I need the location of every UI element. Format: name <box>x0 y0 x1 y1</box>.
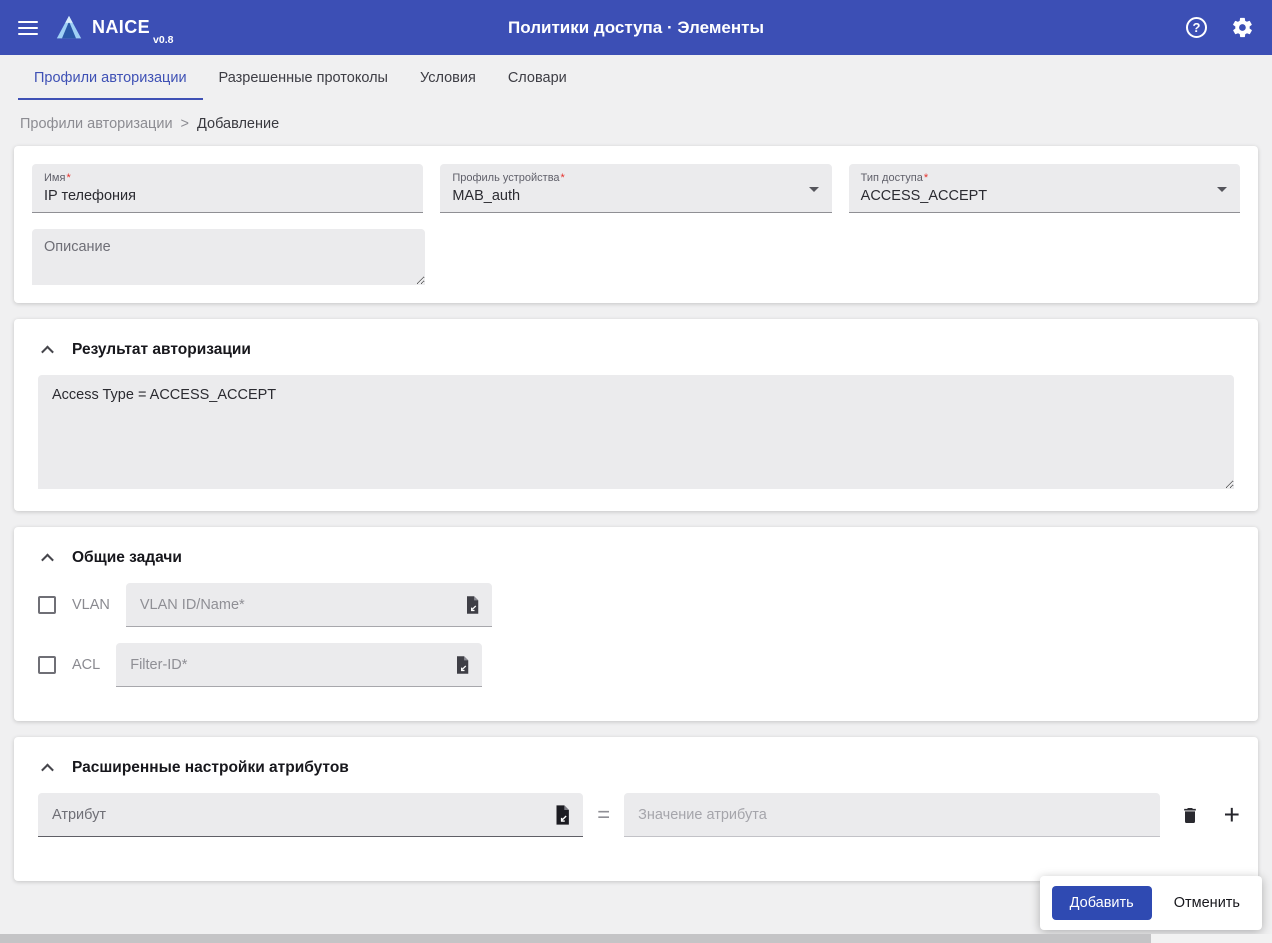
vlan-checkbox[interactable] <box>38 596 56 615</box>
select-from-list-icon[interactable] <box>452 655 472 675</box>
device-profile-value: MAB_auth <box>452 188 521 205</box>
hamburger-menu-icon[interactable] <box>18 17 38 39</box>
authorization-result-header: Результат авторизации <box>32 337 1240 375</box>
advanced-attributes-title: Расширенные настройки атрибутов <box>72 759 349 777</box>
access-type-select[interactable]: Тип доступа* ACCESS_ACCEPT <box>848 164 1240 214</box>
description-field <box>32 229 425 286</box>
filter-id-input[interactable]: Filter-ID* <box>116 643 483 688</box>
app-brand: NAICE <box>92 17 151 37</box>
app-bar: NAICE v0.8 Политики доступа · Элементы ? <box>0 0 1272 55</box>
description-textarea[interactable] <box>32 229 425 286</box>
collapse-chevron-icon[interactable] <box>38 341 56 359</box>
acl-checkbox[interactable] <box>38 656 56 675</box>
add-attribute-icon[interactable]: + <box>1224 801 1240 829</box>
collapse-chevron-icon[interactable] <box>38 759 56 777</box>
name-field[interactable]: Имя* <box>32 164 424 214</box>
scrollbar-thumb[interactable] <box>0 934 1152 943</box>
name-input[interactable] <box>44 188 412 205</box>
tab-authorization-profiles[interactable]: Профили авторизации <box>18 55 203 100</box>
select-from-list-icon[interactable] <box>462 595 482 615</box>
profile-form-card: Имя* Профиль устройства* MAB_auth Тип до… <box>14 146 1258 304</box>
common-tasks-title: Общие задачи <box>72 549 182 567</box>
attribute-value-placeholder: Значение атрибута <box>638 806 767 823</box>
access-type-label: Тип доступа* <box>860 172 929 184</box>
breadcrumb-parent[interactable]: Профили авторизации <box>20 116 173 132</box>
authorization-result-textarea[interactable]: Access Type = ACCESS_ACCEPT <box>38 375 1234 490</box>
page-title: Политики доступа · Элементы <box>508 17 764 37</box>
attribute-input[interactable]: Атрибут <box>38 793 584 838</box>
attribute-value-input[interactable]: Значение атрибута <box>624 793 1160 838</box>
tab-dictionaries[interactable]: Словари <box>492 55 583 100</box>
form-actions: Добавить Отменить <box>1039 876 1262 930</box>
attribute-placeholder: Атрибут <box>52 806 107 823</box>
cancel-button[interactable]: Отменить <box>1164 886 1250 920</box>
help-icon[interactable]: ? <box>1186 17 1207 38</box>
filter-id-placeholder: Filter-ID* <box>130 656 188 673</box>
authorization-result-title: Результат авторизации <box>72 341 251 359</box>
add-button[interactable]: Добавить <box>1051 886 1152 920</box>
breadcrumb-separator: > <box>180 116 190 132</box>
delete-attribute-icon[interactable] <box>1180 805 1200 826</box>
name-label: Имя* <box>44 172 71 184</box>
device-profile-select[interactable]: Профиль устройства* MAB_auth <box>440 164 832 214</box>
tab-bar: Профили авторизации Разрешенные протокол… <box>0 55 1272 100</box>
equals-sign: = <box>597 802 611 828</box>
common-tasks-card: Общие задачи VLAN VLAN ID/Name* ACL Filt… <box>14 527 1258 722</box>
appbar-actions: ? <box>1186 16 1254 39</box>
acl-task-row: ACL Filter-ID* <box>38 643 1240 688</box>
vlan-checkbox-label: VLAN <box>72 597 110 614</box>
tab-allowed-protocols[interactable]: Разрешенные протоколы <box>203 55 404 100</box>
vlan-id-placeholder: VLAN ID/Name* <box>139 596 245 613</box>
horizontal-scrollbar[interactable] <box>0 934 1272 943</box>
advanced-attributes-card: Расширенные настройки атрибутов Атрибут … <box>14 737 1258 882</box>
chevron-down-icon <box>1216 187 1227 193</box>
collapse-chevron-icon[interactable] <box>38 549 56 567</box>
chevron-down-icon <box>808 187 819 193</box>
breadcrumb: Профили авторизации > Добавление <box>0 100 1272 146</box>
tab-conditions[interactable]: Условия <box>404 55 492 100</box>
access-type-value: ACCESS_ACCEPT <box>860 188 988 205</box>
breadcrumb-current: Добавление <box>197 116 280 132</box>
required-asterisk: * <box>560 172 565 184</box>
advanced-attributes-header: Расширенные настройки атрибутов <box>32 755 1240 793</box>
page-content: Имя* Профиль устройства* MAB_auth Тип до… <box>0 146 1272 882</box>
vlan-task-row: VLAN VLAN ID/Name* <box>38 583 1240 628</box>
vlan-id-input[interactable]: VLAN ID/Name* <box>125 583 492 628</box>
required-asterisk: * <box>923 172 929 184</box>
required-asterisk: * <box>66 172 71 184</box>
authorization-result-card: Результат авторизации Access Type = ACCE… <box>14 319 1258 512</box>
common-tasks-header: Общие задачи <box>32 545 1240 583</box>
device-profile-label: Профиль устройства* <box>452 172 565 184</box>
form-fields-row: Имя* Профиль устройства* MAB_auth Тип до… <box>32 164 1240 214</box>
acl-checkbox-label: ACL <box>72 657 101 674</box>
settings-gear-icon[interactable] <box>1231 16 1254 39</box>
app-version: v0.8 <box>153 34 174 46</box>
select-from-list-icon[interactable] <box>551 804 573 826</box>
attribute-row: Атрибут = Значение атрибута + <box>38 793 1240 838</box>
app-logo-icon <box>54 13 84 43</box>
